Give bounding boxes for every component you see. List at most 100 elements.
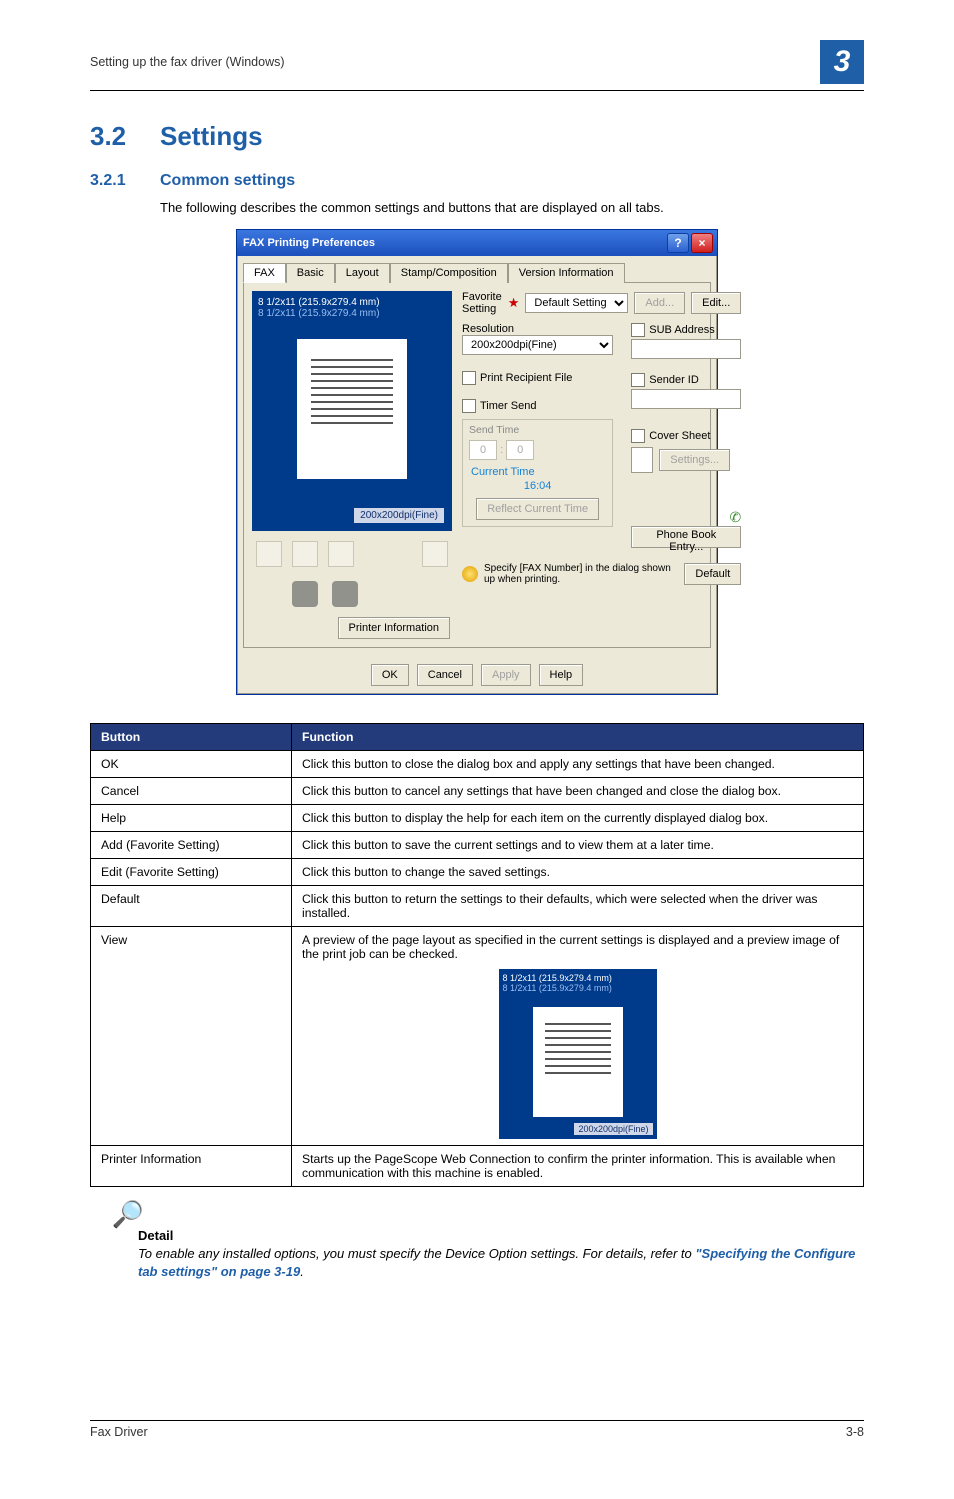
ok-button[interactable]: OK	[371, 664, 409, 686]
table-cell: Help	[91, 805, 292, 832]
tab-stamp-composition[interactable]: Stamp/Composition	[390, 263, 508, 283]
heading-3-2-text: Settings	[160, 121, 263, 151]
printing-preferences-dialog: FAX Printing Preferences ? × FAX Basic L…	[236, 229, 718, 695]
table-cell: Printer Information	[91, 1146, 292, 1187]
dialog-help-button[interactable]: ?	[667, 233, 689, 253]
secondary-icons	[292, 581, 452, 607]
print-recipient-checkbox[interactable]	[462, 371, 476, 385]
button-function-table: Button Function OK Click this button to …	[90, 723, 864, 1187]
table-cell: Click this button to save the current se…	[292, 832, 864, 859]
table-cell: Click this button to display the help fo…	[292, 805, 864, 832]
sender-id-input[interactable]	[631, 389, 741, 409]
resolution-select[interactable]: 200x200dpi(Fine)	[462, 335, 613, 355]
phone-book-entry-button[interactable]: Phone Book Entry...	[631, 526, 741, 548]
view-description: A preview of the page layout as specifie…	[302, 933, 839, 961]
cancel-button[interactable]: Cancel	[417, 664, 473, 686]
left-column: 8 1/2x11 (215.9x279.4 mm) 8 1/2x11 (215.…	[252, 291, 452, 639]
table-cell: Edit (Favorite Setting)	[91, 859, 292, 886]
table-row: Edit (Favorite Setting) Click this butto…	[91, 859, 864, 886]
hint-message: Specify [FAX Number] in the dialog shown…	[484, 563, 678, 585]
detail-magnifier-icon: 🔍	[112, 1199, 144, 1230]
table-cell: Cancel	[91, 778, 292, 805]
table-cell: OK	[91, 751, 292, 778]
table-row: View A preview of the page layout as spe…	[91, 927, 864, 1146]
help-button[interactable]: Help	[539, 664, 584, 686]
view-mode-page-icon[interactable]	[256, 541, 282, 567]
table-cell: A preview of the page layout as specifie…	[292, 927, 864, 1146]
sub-address-checkbox[interactable]	[631, 323, 645, 337]
print-recipient-label: Print Recipient File	[480, 372, 572, 384]
preview-size-line-2: 8 1/2x11 (215.9x279.4 mm)	[258, 308, 446, 319]
tab-layout[interactable]: Layout	[335, 263, 390, 283]
timer-send-label: Timer Send	[480, 400, 536, 412]
dialog-button-row: OK Cancel Apply Help	[237, 654, 717, 694]
detail-text-pre: To enable any installed options, you mus…	[138, 1246, 695, 1261]
sub-address-input[interactable]	[631, 339, 741, 359]
table-cell: Starts up the PageScope Web Connection t…	[292, 1146, 864, 1187]
send-time-label: Send Time	[469, 424, 606, 436]
chapter-number-badge: 3	[820, 40, 864, 84]
current-time-value: 16:04	[469, 480, 606, 492]
tab-basic[interactable]: Basic	[286, 263, 335, 283]
view-mode-printer-icon[interactable]	[292, 541, 318, 567]
right-column: Favorite Setting ★ Default Setting Add..…	[462, 291, 741, 639]
table-row: OK Click this button to close the dialog…	[91, 751, 864, 778]
phone-book-icon: ✆	[730, 509, 742, 525]
table-header-button: Button	[91, 724, 292, 751]
sub-address-label: SUB Address	[649, 324, 714, 336]
footer-right: 3-8	[846, 1425, 864, 1439]
tab-fax[interactable]: FAX	[243, 263, 286, 283]
detail-heading: Detail	[138, 1228, 864, 1243]
apply-button[interactable]: Apply	[481, 664, 531, 686]
table-row: Add (Favorite Setting) Click this button…	[91, 832, 864, 859]
view-mode-extra-icon[interactable]	[422, 541, 448, 567]
hint-bulb-icon	[462, 566, 478, 582]
view-mode-detail-icon[interactable]	[328, 541, 354, 567]
table-row: Default Click this button to return the …	[91, 886, 864, 927]
table-row: Printer Information Starts up the PageSc…	[91, 1146, 864, 1187]
table-cell: Add (Favorite Setting)	[91, 832, 292, 859]
heading-3-2-1: 3.2.1Common settings	[90, 172, 864, 190]
secondary-icon-1[interactable]	[292, 581, 318, 607]
table-cell: Click this button to cancel any settings…	[292, 778, 864, 805]
heading-3-2-number: 3.2	[90, 121, 160, 152]
reflect-current-time-button[interactable]: Reflect Current Time	[476, 498, 599, 520]
secondary-icon-2[interactable]	[332, 581, 358, 607]
sender-id-checkbox[interactable]	[631, 373, 645, 387]
detail-text-post: .	[300, 1264, 304, 1279]
intro-paragraph: The following describes the common setti…	[160, 200, 864, 215]
view-preview-line1: 8 1/2x11 (215.9x279.4 mm)	[503, 973, 653, 983]
heading-3-2-1-number: 3.2.1	[90, 172, 160, 190]
table-cell: Click this button to return the settings…	[292, 886, 864, 927]
printer-information-button[interactable]: Printer Information	[338, 617, 450, 639]
favorite-setting-select[interactable]: Default Setting	[525, 293, 628, 313]
resolution-label: Resolution	[462, 323, 613, 335]
send-time-min[interactable]: 0	[506, 440, 534, 460]
timer-send-group: Send Time 0 : 0 Current Time 16:04 Refle…	[462, 419, 613, 527]
heading-3-2: 3.2Settings	[90, 121, 864, 152]
preview-size-line-1: 8 1/2x11 (215.9x279.4 mm)	[258, 297, 446, 308]
table-row: Cancel Click this button to cancel any s…	[91, 778, 864, 805]
timer-send-checkbox[interactable]	[462, 399, 476, 413]
dialog-close-button[interactable]: ×	[691, 233, 713, 253]
favorite-edit-button[interactable]: Edit...	[691, 292, 741, 314]
cover-sheet-icon	[631, 447, 653, 473]
view-preview-line2: 8 1/2x11 (215.9x279.4 mm)	[503, 983, 653, 993]
dialog-title: FAX Printing Preferences	[243, 237, 375, 249]
view-mode-icons	[252, 537, 452, 571]
cover-sheet-checkbox[interactable]	[631, 429, 645, 443]
sender-id-label: Sender ID	[649, 374, 699, 386]
preview-panel: 8 1/2x11 (215.9x279.4 mm) 8 1/2x11 (215.…	[252, 291, 452, 531]
page-footer: Fax Driver 3-8	[90, 1420, 864, 1439]
default-button[interactable]: Default	[684, 563, 741, 585]
footer-left: Fax Driver	[90, 1425, 148, 1439]
favorite-setting-label: Favorite Setting	[462, 291, 502, 315]
table-cell: Click this button to change the saved se…	[292, 859, 864, 886]
running-header: Setting up the fax driver (Windows)	[90, 55, 285, 69]
tab-version-information[interactable]: Version Information	[508, 263, 625, 283]
view-preview-page-icon	[533, 1007, 623, 1117]
cover-sheet-label: Cover Sheet	[649, 430, 710, 442]
send-time-hour[interactable]: 0	[469, 440, 497, 460]
cover-sheet-settings-button[interactable]: Settings...	[659, 449, 730, 471]
favorite-add-button[interactable]: Add...	[634, 292, 685, 314]
